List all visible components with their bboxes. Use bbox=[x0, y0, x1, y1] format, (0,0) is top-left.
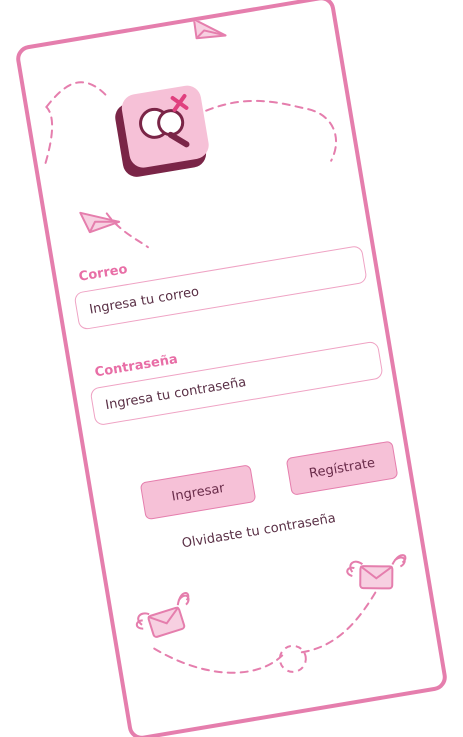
paper-plane-icon bbox=[79, 211, 121, 234]
dashed-path bbox=[105, 212, 149, 249]
dashed-path bbox=[300, 587, 379, 654]
register-button[interactable]: Regístrate bbox=[285, 440, 399, 496]
dashed-path bbox=[44, 105, 54, 164]
flying-envelope-icon bbox=[135, 592, 190, 638]
login-screen: Correo Contraseña Ingresar Regístrate Ol… bbox=[0, 0, 463, 737]
dashed-path bbox=[205, 99, 337, 162]
flying-envelope-icon bbox=[346, 554, 407, 590]
paper-plane-icon bbox=[192, 18, 227, 40]
search-heart-app-icon bbox=[115, 85, 209, 177]
phone-frame: Correo Contraseña Ingresar Regístrate Ol… bbox=[14, 0, 449, 737]
password-field[interactable] bbox=[89, 340, 384, 427]
dashed-loop bbox=[278, 644, 307, 673]
email-field[interactable] bbox=[73, 244, 368, 331]
dashed-path bbox=[45, 81, 109, 108]
login-button[interactable]: Ingresar bbox=[139, 464, 257, 521]
email-label: Correo bbox=[77, 261, 129, 285]
dashed-path bbox=[153, 647, 284, 674]
